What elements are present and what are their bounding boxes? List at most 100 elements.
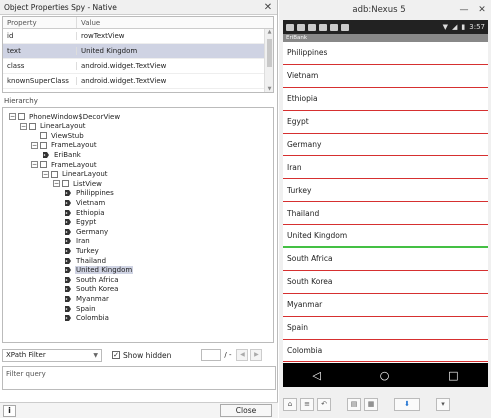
country-list: Philippines Vietnam Ethiopia Egypt Germany Ir…: [283, 42, 488, 364]
notification-icon: [308, 23, 316, 31]
header-property[interactable]: Property: [3, 17, 77, 28]
view-node-icon: [18, 113, 25, 120]
tag-icon: [64, 295, 72, 303]
tag-icon: [42, 151, 50, 159]
more-icon[interactable]: ▾: [436, 398, 450, 411]
list-item[interactable]: Turkey: [283, 179, 488, 203]
tree-node[interactable]: − ListView: [53, 179, 103, 188]
tree-node-label: Turkey: [76, 246, 99, 255]
tree-node-label: South Africa: [76, 275, 119, 284]
tree-node[interactable]: ViewStub: [31, 131, 85, 140]
home-icon[interactable]: ○: [380, 369, 390, 382]
device-toolbar: ⌂ ≡ ↶ ▤ ▦ ⬇ ▾: [283, 396, 488, 413]
tree-node[interactable]: Egypt: [64, 218, 97, 227]
close-button[interactable]: Close: [220, 404, 272, 417]
table-row[interactable]: text United Kingdom: [3, 44, 273, 59]
list-item[interactable]: Germany: [283, 134, 488, 157]
hierarchy-tree: − PhoneWindow$DecorView − LinearLayout ViewS…: [2, 107, 274, 343]
notification-icon: [330, 23, 338, 31]
grid-icon[interactable]: ▦: [364, 398, 378, 411]
close-icon[interactable]: ✕: [263, 2, 273, 13]
header-value[interactable]: Value: [77, 17, 104, 28]
bottom-bar: i Close: [0, 402, 278, 418]
filter-bar: XPath Filter ▼ ✓ Show hidden / - ◀ ▶: [2, 348, 276, 362]
tree-node[interactable]: Germany: [64, 227, 109, 236]
tree-node[interactable]: Vietnam: [64, 198, 106, 207]
expand-toggle-icon[interactable]: −: [31, 161, 38, 168]
tag-icon: [64, 257, 72, 265]
list-item[interactable]: Iran: [283, 156, 488, 180]
device-screen[interactable]: ▼ ◢ ▮ 3:57 EriBank Philippines Vietnam Eth…: [283, 20, 488, 387]
tree-node-label: FrameLayout: [51, 141, 97, 150]
tree-node-label: ViewStub: [51, 131, 84, 140]
info-button[interactable]: i: [3, 405, 16, 417]
app-title-bar: EriBank: [283, 34, 488, 42]
tree-node-label: Egypt: [76, 218, 97, 227]
list-item[interactable]: Vietnam: [283, 65, 488, 88]
page-number-input[interactable]: [201, 349, 222, 361]
list-item[interactable]: South Korea: [283, 271, 488, 294]
expand-toggle-icon[interactable]: −: [31, 141, 38, 149]
tree-node[interactable]: Colombia: [64, 314, 110, 323]
list-item[interactable]: Spain: [283, 317, 488, 340]
show-hidden-checkbox[interactable]: ✓: [112, 351, 120, 359]
tree-node[interactable]: Ethiopia: [64, 208, 106, 217]
table-row[interactable]: class android.widget.TextView: [3, 59, 273, 74]
download-icon[interactable]: ⬇: [394, 398, 420, 411]
list-item[interactable]: Colombia: [283, 340, 488, 363]
expand-toggle-icon[interactable]: −: [20, 122, 27, 130]
tree-node[interactable]: − LinearLayout: [42, 170, 109, 179]
scroll-down-icon[interactable]: ▼: [265, 86, 273, 92]
tag-icon: [64, 276, 72, 284]
tree-node-label: PhoneWindow$DecorView: [29, 112, 121, 121]
next-page-button[interactable]: ▶: [250, 349, 263, 361]
tree-node[interactable]: Thailand: [64, 256, 107, 265]
scroll-thumb[interactable]: [267, 39, 272, 67]
table-row[interactable]: id rowTextView: [3, 29, 273, 44]
menu-icon[interactable]: ≡: [300, 398, 314, 411]
list-item[interactable]: Myanmar: [283, 294, 488, 317]
expand-toggle-icon[interactable]: −: [9, 113, 16, 120]
expand-toggle-icon[interactable]: −: [53, 180, 60, 188]
close-icon[interactable]: ✕: [473, 5, 491, 15]
property-value: rowTextView: [81, 32, 125, 40]
table-row[interactable]: knownSuperClass android.widget.TextView: [3, 74, 273, 89]
tree-node[interactable]: Turkey: [64, 246, 100, 255]
list-item[interactable]: Thailand: [283, 202, 488, 226]
properties-scrollbar[interactable]: ▲ ▼: [264, 29, 273, 92]
tree-node[interactable]: Spain: [64, 304, 97, 313]
expand-toggle-icon[interactable]: −: [42, 170, 49, 178]
notification-icon: [286, 23, 294, 31]
recent-apps-icon[interactable]: □: [448, 369, 458, 382]
list-item[interactable]: Philippines: [283, 42, 488, 65]
tree-node[interactable]: − FrameLayout: [31, 141, 98, 150]
tree-node[interactable]: Iran: [64, 237, 91, 246]
tree-node[interactable]: − FrameLayout: [31, 160, 98, 169]
filter-type-select[interactable]: XPath Filter ▼: [2, 348, 102, 362]
filter-query-input[interactable]: Filter query: [2, 366, 276, 390]
tree-node[interactable]: South Africa: [64, 275, 120, 284]
list-item[interactable]: Egypt: [283, 111, 488, 134]
list-item[interactable]: Ethiopia: [283, 88, 488, 111]
undo-icon[interactable]: ↶: [317, 398, 331, 411]
tree-node[interactable]: Myanmar: [64, 294, 110, 303]
tree-node[interactable]: United Kingdom: [64, 266, 134, 275]
list-item[interactable]: United Kingdom: [283, 225, 488, 249]
tree-node[interactable]: EriBank: [42, 150, 82, 159]
view-node-icon: [29, 122, 36, 130]
tree-node-label: Germany: [76, 227, 109, 236]
layout-icon[interactable]: ▤: [347, 398, 361, 411]
notification-icon: [297, 23, 305, 31]
home-icon[interactable]: ⌂: [283, 398, 297, 411]
tree-node-label: Iran: [76, 237, 90, 246]
prev-page-button[interactable]: ◀: [236, 349, 249, 361]
tree-node[interactable]: − PhoneWindow$DecorView: [9, 112, 121, 121]
back-icon[interactable]: ◁: [312, 369, 320, 382]
scroll-up-icon[interactable]: ▲: [265, 29, 273, 35]
minimize-icon[interactable]: —: [455, 5, 473, 15]
tree-node[interactable]: − LinearLayout: [20, 122, 87, 131]
tree-node[interactable]: Philippines: [64, 189, 115, 198]
properties-header: Property Value: [3, 17, 273, 29]
tree-node[interactable]: South Korea: [64, 285, 119, 294]
list-item[interactable]: South Africa: [283, 248, 488, 271]
